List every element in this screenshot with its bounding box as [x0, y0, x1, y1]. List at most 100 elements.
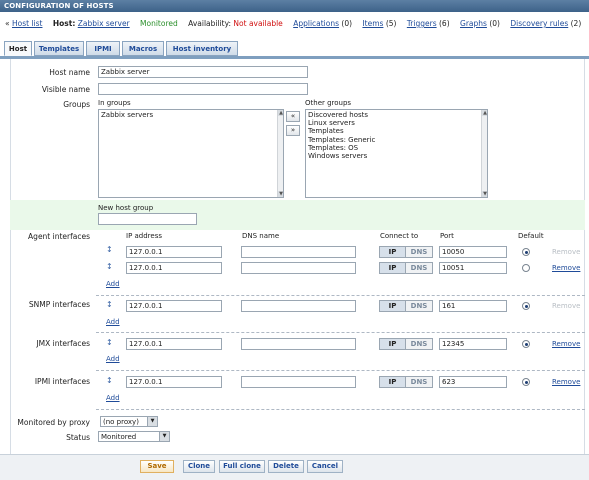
in-groups-scrollbar[interactable]: ▲ ▼ — [277, 110, 283, 197]
chevron-down-icon[interactable]: ▼ — [159, 432, 169, 441]
connect-ip-button[interactable]: IP — [380, 301, 406, 311]
applications-link[interactable]: Applications — [293, 19, 339, 28]
clone-button[interactable]: Clone — [183, 460, 215, 473]
status-select[interactable]: Monitored ▼ — [98, 431, 170, 442]
drag-handle-icon[interactable]: ↕ — [106, 245, 113, 254]
jmx-dns-input[interactable] — [241, 338, 356, 350]
scroll-up-icon[interactable]: ▲ — [278, 110, 283, 116]
other-groups-scrollbar[interactable]: ▲ ▼ — [481, 110, 487, 197]
new-host-group-label: New host group — [98, 204, 154, 212]
new-group-band — [10, 200, 585, 230]
tab-templates[interactable]: Templates — [34, 41, 84, 56]
ipmi-ip-input[interactable]: 127.0.0.1 — [126, 376, 222, 388]
connect-ip-button[interactable]: IP — [380, 263, 406, 273]
other-groups-list[interactable]: Discovered hosts Linux servers Templates… — [305, 109, 488, 198]
drag-handle-icon[interactable]: ↕ — [106, 262, 113, 271]
agent-ip-input[interactable]: 127.0.0.1 — [126, 262, 222, 274]
col-connect-to: Connect to — [380, 232, 419, 240]
jmx-ip-input[interactable]: 127.0.0.1 — [126, 338, 222, 350]
agent-ip-input[interactable]: 127.0.0.1 — [126, 246, 222, 258]
host-list-link[interactable]: Host list — [12, 19, 42, 28]
in-groups-list[interactable]: Zabbix servers ▲ ▼ — [98, 109, 284, 198]
save-button[interactable]: Save — [140, 460, 174, 473]
cancel-button[interactable]: Cancel — [307, 460, 343, 473]
ipmi-remove-link[interactable]: Remove — [552, 378, 580, 386]
applications-count: (0) — [341, 19, 353, 28]
visible-name-input[interactable] — [98, 83, 308, 95]
snmp-connect-toggle[interactable]: IP DNS — [379, 300, 433, 312]
agent-remove-link: Remove — [552, 248, 581, 256]
jmx-port-input[interactable]: 12345 — [439, 338, 507, 350]
connect-dns-button[interactable]: DNS — [406, 301, 432, 311]
scroll-down-icon[interactable]: ▼ — [278, 191, 283, 197]
jmx-remove-link[interactable]: Remove — [552, 340, 580, 348]
connect-dns-button[interactable]: DNS — [406, 377, 432, 387]
graphs-link[interactable]: Graphs — [460, 19, 487, 28]
ipmi-default-radio[interactable] — [522, 378, 530, 386]
other-group-item[interactable]: Windows servers — [308, 152, 485, 160]
visible-name-label: Visible name — [41, 85, 90, 94]
connect-ip-button[interactable]: IP — [380, 377, 406, 387]
in-group-item[interactable]: Zabbix servers — [101, 111, 281, 119]
drag-handle-icon[interactable]: ↕ — [106, 300, 113, 309]
ipmi-dns-input[interactable] — [241, 376, 356, 388]
chevron-down-icon[interactable]: ▼ — [147, 417, 157, 426]
move-to-other-groups-button[interactable]: » — [286, 125, 300, 136]
tab-host[interactable]: Host — [4, 41, 32, 56]
agent-dns-input[interactable] — [241, 262, 356, 274]
connect-dns-button[interactable]: DNS — [406, 263, 432, 273]
discovery-rules-link[interactable]: Discovery rules — [510, 19, 568, 28]
connect-dns-button[interactable]: DNS — [406, 339, 432, 349]
agent-default-radio[interactable] — [522, 264, 530, 272]
other-group-item[interactable]: Templates — [308, 127, 485, 135]
jmx-connect-toggle[interactable]: IP DNS — [379, 338, 433, 350]
other-group-item[interactable]: Discovered hosts — [308, 111, 485, 119]
connect-ip-button[interactable]: IP — [380, 247, 406, 257]
drag-handle-icon[interactable]: ↕ — [106, 376, 113, 385]
host-nav-bar: « Host list Host: Zabbix server Monitore… — [0, 14, 589, 34]
new-host-group-input[interactable] — [98, 213, 197, 225]
other-group-item[interactable]: Templates: Generic — [308, 136, 485, 144]
other-group-item[interactable]: Linux servers — [308, 119, 485, 127]
availability-value: Not available — [233, 19, 283, 28]
proxy-select[interactable]: (no proxy) ▼ — [100, 416, 158, 427]
tab-macros[interactable]: Macros — [122, 41, 164, 56]
agent-dns-input[interactable] — [241, 246, 356, 258]
ipmi-connect-toggle[interactable]: IP DNS — [379, 376, 433, 388]
full-clone-button[interactable]: Full clone — [219, 460, 265, 473]
move-to-in-groups-button[interactable]: « — [286, 111, 300, 122]
tab-ipmi[interactable]: IPMI — [86, 41, 120, 56]
triggers-link[interactable]: Triggers — [407, 19, 437, 28]
page-title: CONFIGURATION OF HOSTS — [4, 2, 114, 10]
items-link[interactable]: Items — [362, 19, 383, 28]
agent-connect-toggle[interactable]: IP DNS — [379, 246, 433, 258]
agent-default-radio[interactable] — [522, 248, 530, 256]
scroll-up-icon[interactable]: ▲ — [482, 110, 487, 116]
snmp-dns-input[interactable] — [241, 300, 356, 312]
snmp-add-link[interactable]: Add — [106, 318, 120, 326]
groups-label: Groups — [63, 100, 90, 109]
connect-ip-button[interactable]: IP — [380, 339, 406, 349]
tab-host-inventory[interactable]: Host inventory — [166, 41, 238, 56]
agent-port-input[interactable]: 10051 — [439, 262, 507, 274]
agent-add-link[interactable]: Add — [106, 280, 120, 288]
host-name-input[interactable]: Zabbix server — [98, 66, 308, 78]
connect-dns-button[interactable]: DNS — [406, 247, 432, 257]
delete-button[interactable]: Delete — [268, 460, 304, 473]
other-group-item[interactable]: Templates: OS — [308, 144, 485, 152]
scroll-down-icon[interactable]: ▼ — [482, 191, 487, 197]
jmx-default-radio[interactable] — [522, 340, 530, 348]
agent-port-input[interactable]: 10050 — [439, 246, 507, 258]
triggers-count: (6) — [439, 19, 450, 28]
ipmi-add-link[interactable]: Add — [106, 394, 120, 402]
snmp-default-radio[interactable] — [522, 302, 530, 310]
snmp-ip-input[interactable]: 127.0.0.1 — [126, 300, 222, 312]
interface-separator — [96, 370, 585, 371]
host-name-link[interactable]: Zabbix server — [78, 19, 130, 28]
drag-handle-icon[interactable]: ↕ — [106, 338, 113, 347]
agent-remove-link[interactable]: Remove — [552, 264, 580, 272]
jmx-add-link[interactable]: Add — [106, 355, 120, 363]
snmp-port-input[interactable]: 161 — [439, 300, 507, 312]
ipmi-port-input[interactable]: 623 — [439, 376, 507, 388]
agent-connect-toggle[interactable]: IP DNS — [379, 262, 433, 274]
